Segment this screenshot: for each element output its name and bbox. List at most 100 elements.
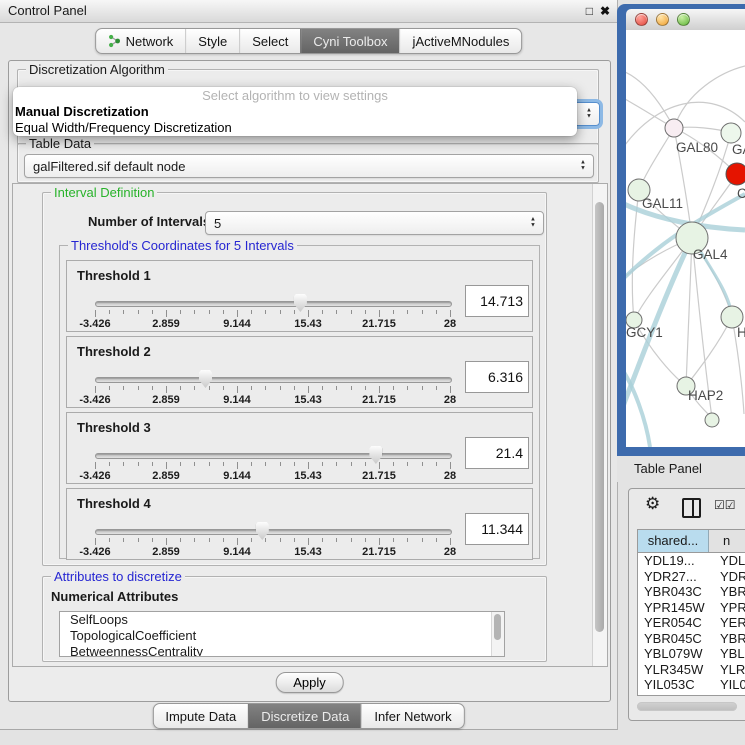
- table-row[interactable]: YLR345WYLR3: [638, 662, 745, 678]
- table-cell: YER054C: [638, 615, 714, 631]
- list-item[interactable]: SelfLoops: [60, 612, 504, 628]
- network-node-label: GAL11: [642, 196, 683, 211]
- network-node-node-red-selected[interactable]: [726, 163, 745, 185]
- attributes-scrollbar[interactable]: [491, 612, 504, 656]
- network-node-node-top-right[interactable]: [721, 123, 741, 143]
- interval-definition-group: Interval Definition Number of Intervals …: [42, 192, 547, 566]
- zoom-traffic-light[interactable]: [677, 13, 690, 26]
- table-panel-toolbar: ⚙ ☑☑: [629, 489, 745, 525]
- list-item[interactable]: TopologicalCoefficient: [60, 628, 504, 644]
- numerical-attributes-label: Numerical Attributes: [51, 589, 178, 604]
- network-node-label: C: [737, 186, 745, 201]
- gear-icon[interactable]: ⚙: [645, 494, 660, 514]
- table-cell: YDR27...: [638, 569, 714, 585]
- table-panel-title: Table Panel: [634, 456, 702, 482]
- table-cell: YBR043C: [638, 584, 714, 600]
- table-cell: YPR1: [714, 600, 745, 616]
- table-header-row: shared...n: [638, 530, 745, 553]
- table-cell: YLR345W: [638, 662, 714, 678]
- network-edge[interactable]: [686, 238, 692, 386]
- list-item[interactable]: BetweennessCentrality: [60, 644, 504, 657]
- table-data-combobox[interactable]: galFiltered.sif default node: [24, 154, 594, 178]
- network-node-gal80[interactable]: [665, 119, 683, 137]
- slider-track: [95, 377, 452, 383]
- numerical-attributes-list[interactable]: SelfLoopsTopologicalCoefficientBetweenne…: [59, 611, 505, 657]
- threshold-value-input[interactable]: [465, 361, 529, 393]
- threshold-value-input[interactable]: [465, 513, 529, 545]
- settings-vertical-scrollbar[interactable]: [592, 184, 607, 666]
- table-cell: YBR0: [714, 584, 745, 600]
- tab-select[interactable]: Select: [239, 29, 300, 53]
- threshold-label: Threshold 1: [77, 268, 151, 283]
- threshold-value-input[interactable]: [465, 437, 529, 469]
- table-cell: YDL19...: [638, 553, 714, 569]
- table-row[interactable]: YBR045CYBR0: [638, 631, 745, 647]
- network-node-label: GAL80: [676, 140, 718, 155]
- cyni-toolbox-content: Discretization Algorithm Table Data galF…: [8, 60, 611, 702]
- threshold-panel-1: Threshold 1 -3.4262.8599.14415.4321.71528: [66, 260, 533, 332]
- network-edge[interactable]: [674, 66, 745, 128]
- columns-icon[interactable]: [682, 498, 701, 518]
- threshold-slider[interactable]: -3.4262.8599.14415.4321.71528: [95, 293, 450, 329]
- table-row[interactable]: YPR145WYPR1: [638, 600, 745, 616]
- threshold-label: Threshold 4: [77, 496, 151, 511]
- select-checkboxes-icon[interactable]: ☑☑: [714, 498, 736, 512]
- group-title: Discretization Algorithm: [26, 62, 168, 77]
- table-row[interactable]: YBR043CYBR0: [638, 584, 745, 600]
- tab-cyni-toolbox[interactable]: Cyni Toolbox: [300, 29, 399, 53]
- slider-tick-labels: -3.4262.8599.14415.4321.71528: [95, 470, 450, 482]
- network-canvas[interactable]: GAL80GACGAL11GAL4GCY1HHAP2: [626, 30, 745, 447]
- threshold-slider[interactable]: -3.4262.8599.14415.4321.71528: [95, 445, 450, 481]
- bottom-tab-bar: Impute DataDiscretize DataInfer Network: [152, 703, 464, 729]
- column-header-shared-name[interactable]: shared...: [638, 530, 709, 552]
- network-edge[interactable]: [686, 317, 732, 386]
- table-data-group: Table Data galFiltered.sif default node: [17, 143, 599, 183]
- slider-ticks: [95, 462, 450, 470]
- slider-tick-labels: -3.4262.8599.14415.4321.71528: [95, 546, 450, 558]
- tab-network[interactable]: Network: [96, 29, 186, 53]
- table-row[interactable]: YDR27...YDR2: [638, 569, 745, 585]
- tab-infer-network[interactable]: Infer Network: [361, 704, 463, 728]
- number-of-intervals-label: Number of Intervals: [88, 214, 210, 229]
- float-window-icon[interactable]: □: [586, 0, 593, 22]
- popup-prompt-item[interactable]: Select algorithm to view settings: [13, 87, 577, 104]
- network-node-node-bottom[interactable]: [705, 413, 719, 427]
- slider-track: [95, 301, 452, 307]
- tab-discretize-data[interactable]: Discretize Data: [248, 704, 361, 728]
- table-panel-window: ⚙ ☑☑ shared...n YDL19...YDL1YDR27...YDR2…: [628, 488, 745, 721]
- table-row[interactable]: YDL19...YDL1: [638, 553, 745, 569]
- attribute-items: SelfLoopsTopologicalCoefficientBetweenne…: [60, 612, 504, 657]
- popup-item-equal-width-frequency[interactable]: Equal Width/Frequency Discretization: [13, 120, 577, 136]
- scrollbar-thumb[interactable]: [595, 202, 604, 632]
- slider-tick-labels: -3.4262.8599.14415.4321.71528: [95, 318, 450, 330]
- network-node-label: H: [737, 325, 745, 340]
- minimize-traffic-light[interactable]: [656, 13, 669, 26]
- threshold-panel-3: Threshold 3-3.4262.8599.14415.4321.71528: [66, 412, 533, 484]
- threshold-slider[interactable]: -3.4262.8599.14415.4321.71528: [95, 369, 450, 405]
- popup-item-manual-discretization[interactable]: Manual Discretization: [13, 104, 577, 120]
- table-row[interactable]: YER054CYER0: [638, 615, 745, 631]
- tab-style[interactable]: Style: [185, 29, 239, 53]
- scrollbar-thumb[interactable]: [494, 614, 501, 640]
- network-node-label: HAP2: [688, 388, 723, 403]
- close-traffic-light[interactable]: [635, 13, 648, 26]
- table-row[interactable]: YBL079WYBL0: [638, 646, 745, 662]
- network-edge[interactable]: [626, 366, 650, 447]
- combo-value: galFiltered.sif default node: [33, 159, 185, 174]
- tab-impute-data[interactable]: Impute Data: [153, 704, 248, 728]
- column-header-name[interactable]: n: [709, 530, 745, 552]
- tab-jactivemnodules[interactable]: jActiveMNodules: [400, 29, 522, 53]
- number-of-intervals-combobox[interactable]: 5: [205, 211, 544, 235]
- combo-stepper-icon: [580, 161, 586, 172]
- table-horizontal-scrollbar[interactable]: [637, 702, 737, 711]
- table-row[interactable]: YIL053CYIL0: [638, 677, 745, 693]
- apply-button[interactable]: Apply: [275, 672, 344, 693]
- slider-ticks: [95, 310, 450, 318]
- table-cell: YIL0: [714, 677, 745, 693]
- close-icon[interactable]: ✖: [600, 0, 610, 22]
- threshold-slider[interactable]: -3.4262.8599.14415.4321.71528: [95, 521, 450, 557]
- network-node-label: GCY1: [626, 325, 663, 340]
- table-cell: YDR2: [714, 569, 745, 585]
- threshold-panel-4: Threshold 4 -3.4262.8599.14415.4321.71528: [66, 488, 533, 560]
- threshold-value-input[interactable]: [465, 285, 529, 317]
